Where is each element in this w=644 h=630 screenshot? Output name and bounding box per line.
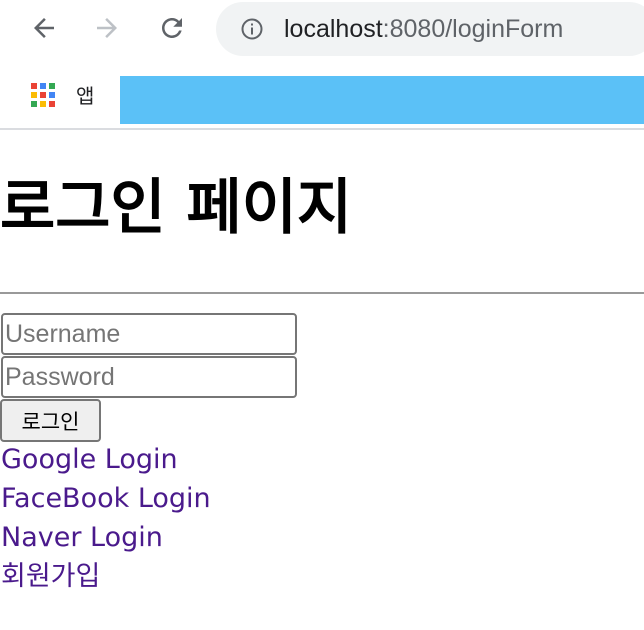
browser-toolbar: localhost:8080/loginForm [0, 0, 644, 58]
arrow-right-icon [97, 18, 117, 38]
divider [0, 292, 644, 294]
url-host: localhost [284, 15, 383, 43]
google-login-link[interactable]: Google Login [1, 443, 178, 477]
reload-icon [162, 18, 182, 38]
password-input[interactable] [1, 356, 297, 398]
apps-grid-icon[interactable] [31, 83, 57, 109]
username-input[interactable] [1, 313, 297, 355]
page-content: 로그인 페이지 로그인 Google Login FaceBook Login … [0, 130, 644, 630]
bookmark-item[interactable] [120, 76, 644, 124]
back-button[interactable] [26, 10, 62, 46]
info-icon[interactable] [240, 17, 264, 41]
page-title: 로그인 페이지 [0, 173, 353, 243]
bookmarks-bar: 앱 [0, 72, 644, 130]
login-button[interactable]: 로그인 [0, 399, 101, 442]
facebook-login-link[interactable]: FaceBook Login [1, 482, 211, 516]
url-path: :8080/loginForm [382, 15, 564, 43]
signup-link[interactable]: 회원가입 [1, 560, 100, 594]
naver-login-link[interactable]: Naver Login [1, 521, 163, 555]
arrow-left-icon [34, 18, 54, 38]
address-bar[interactable]: localhost:8080/loginForm [216, 2, 644, 56]
forward-button[interactable] [89, 10, 125, 46]
reload-button[interactable] [154, 10, 190, 46]
apps-bookmark-label[interactable]: 앱 [76, 82, 94, 110]
url-text: localhost:8080/loginForm [284, 12, 563, 46]
